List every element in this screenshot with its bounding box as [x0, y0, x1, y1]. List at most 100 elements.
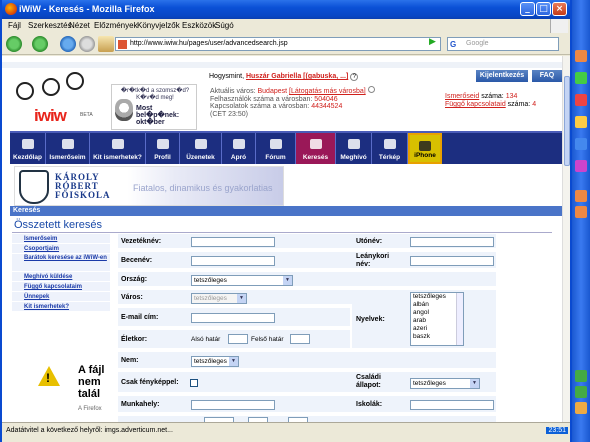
- menu-edit[interactable]: Szerkesztés: [28, 21, 72, 30]
- close-button[interactable]: ×: [552, 2, 567, 16]
- photo-only-label: Csak fényképpel:: [121, 379, 179, 386]
- help-icon[interactable]: [367, 86, 375, 93]
- banner-college-name: KÁROLY RÓBERT FŐISKOLA: [55, 173, 111, 200]
- nav-forum[interactable]: Fórum: [256, 133, 296, 164]
- left-menu-item-groups[interactable]: Csoportjaim: [12, 244, 110, 254]
- main-nav-bar: Kezdőlap Ismerőseim Kit ismerhetek? Prof…: [10, 131, 562, 164]
- email-input[interactable]: [191, 313, 275, 323]
- marital-select[interactable]: tetszőleges: [410, 378, 480, 389]
- promo-line2: Most bel�p�nek: okt�ber: [136, 105, 180, 126]
- menu-tools[interactable]: Eszközök: [182, 21, 216, 30]
- stop-icon[interactable]: [79, 36, 95, 52]
- languages-label: Nyelvek:: [356, 316, 385, 323]
- nav-pymk-label: Kit ismerhetek?: [93, 154, 142, 161]
- navigation-toolbar: http://www.iwiw.hu/pages/user/advancedse…: [2, 33, 570, 55]
- left-menu-item-friends[interactable]: Ismerőseim: [12, 234, 110, 244]
- form-row: Csak fényképpel: Családi állapot: tetsző…: [118, 372, 496, 394]
- error-subtext: A Firefox: [78, 406, 102, 412]
- tray-icon[interactable]: [575, 72, 587, 84]
- help-icon[interactable]: ?: [350, 73, 359, 81]
- nickname-input[interactable]: [191, 256, 275, 266]
- site-favicon-icon: [118, 40, 127, 49]
- pending-link[interactable]: Függő kapcsolataid: [445, 101, 506, 108]
- nav-messages[interactable]: Üzenetek: [180, 133, 222, 164]
- iphone-icon: [419, 141, 431, 151]
- left-menu-item-holidays[interactable]: Ünnepek: [12, 292, 110, 302]
- nav-map[interactable]: Térkép: [372, 133, 408, 164]
- nav-invite[interactable]: Meghívó: [336, 133, 372, 164]
- logo-ring: [42, 78, 60, 96]
- tray-icon[interactable]: [575, 94, 587, 106]
- tray-icon[interactable]: [575, 386, 587, 398]
- user-name-link[interactable]: Huszár Gabriella [(gabuska, ...]: [246, 73, 348, 80]
- iwiw-logo[interactable]: iwiw BETA: [12, 72, 108, 132]
- nav-home[interactable]: Kezdőlap: [10, 133, 46, 164]
- college-crest-icon: [19, 170, 49, 204]
- menu-file[interactable]: Fájl: [8, 21, 21, 30]
- friends-link[interactable]: Ismerőseid: [445, 93, 479, 100]
- nav-profile[interactable]: Profil: [146, 133, 180, 164]
- tray-icon[interactable]: [575, 206, 587, 218]
- users-label: Felhasználók száma a városban:: [210, 95, 313, 103]
- tray-icon[interactable]: [575, 116, 587, 128]
- scrollbar-thumb[interactable]: [564, 76, 570, 166]
- change-city-link[interactable]: [Látogatás más városba]: [289, 88, 366, 95]
- left-menu-item-find-friends[interactable]: Barátok keresése az iWiW-en: [12, 254, 110, 272]
- photo-only-checkbox[interactable]: [190, 379, 198, 387]
- tray-icon[interactable]: [575, 370, 587, 382]
- school-input[interactable]: [410, 400, 494, 410]
- menu-view[interactable]: Nézet: [69, 21, 90, 30]
- page-title: Összetett keresés: [14, 219, 103, 231]
- breadcrumb: Keresés: [10, 206, 562, 216]
- last-name-input[interactable]: [191, 237, 275, 247]
- left-menu-item-send-invite[interactable]: Meghívó küldése: [12, 272, 110, 282]
- menu-history[interactable]: Előzmények: [94, 21, 138, 30]
- go-button[interactable]: ▶: [429, 36, 439, 50]
- title-bar: iWiW - Keresés - Mozilla Firefox _ □ ×: [2, 0, 570, 19]
- languages-listbox[interactable]: tetszőleges albán angol arab azeri baszk: [410, 292, 464, 346]
- error-title: A fájl nem talál: [78, 364, 105, 400]
- nav-classifieds-label: Apró: [230, 154, 247, 161]
- first-name-input[interactable]: [410, 237, 494, 247]
- tray-icon[interactable]: [575, 190, 587, 202]
- tray-icon[interactable]: [575, 138, 587, 150]
- reload-icon[interactable]: [60, 36, 76, 52]
- nav-iphone[interactable]: iPhone: [408, 133, 442, 164]
- forward-icon[interactable]: [32, 36, 48, 52]
- workplace-input[interactable]: [191, 400, 275, 410]
- age-high-input[interactable]: [290, 334, 310, 344]
- left-menu-item-pending[interactable]: Függő kapcsolataim: [12, 282, 110, 292]
- tray-icon[interactable]: [575, 50, 587, 62]
- throbber-icon: [550, 19, 568, 33]
- nav-friends[interactable]: Ismerőseim: [46, 133, 90, 164]
- page-scrollbar[interactable]: [562, 56, 570, 422]
- nav-search[interactable]: Keresés: [296, 133, 336, 164]
- connections-value: 44344524: [311, 103, 343, 110]
- home-icon[interactable]: [98, 36, 114, 52]
- age-low-input[interactable]: [228, 334, 248, 344]
- left-menu-item-pymk[interactable]: Kit ismerhetek?: [12, 302, 110, 312]
- minimize-button[interactable]: _: [520, 2, 535, 16]
- google-icon: G: [450, 40, 457, 49]
- listbox-scrollbar[interactable]: [456, 293, 463, 345]
- menu-help[interactable]: Súgó: [215, 21, 234, 30]
- back-icon[interactable]: [6, 36, 22, 52]
- tray-icon[interactable]: [575, 160, 587, 172]
- ad-banner[interactable]: KÁROLY RÓBERT FŐISKOLA Fiatalos, dinamik…: [14, 166, 284, 206]
- search-input[interactable]: G Google: [447, 37, 559, 51]
- header-strip: [2, 62, 562, 68]
- tray-icon[interactable]: [575, 402, 587, 414]
- logout-button[interactable]: Kijelentkezés: [476, 70, 528, 82]
- nav-people-you-may-know[interactable]: Kit ismerhetek?: [90, 133, 146, 164]
- maximize-button[interactable]: □: [536, 2, 551, 16]
- city-stats: Aktuális város: Budapest [Látogatás más …: [210, 86, 375, 118]
- url-input[interactable]: http://www.iwiw.hu/pages/user/advancedse…: [115, 37, 441, 51]
- gender-select[interactable]: tetszőleges: [191, 356, 239, 367]
- maiden-name-input[interactable]: [410, 256, 494, 266]
- faq-button[interactable]: FAQ: [532, 70, 562, 82]
- menu-bookmarks[interactable]: Könyvjelzők: [137, 21, 180, 30]
- country-select[interactable]: tetszőleges: [191, 275, 293, 286]
- nav-classifieds[interactable]: Apró: [222, 133, 256, 164]
- city-select[interactable]: tetszőleges: [191, 293, 247, 304]
- promo-banner[interactable]: �r�tk�d a szomsz�d? K�v�d meg! Most bel�…: [111, 84, 197, 130]
